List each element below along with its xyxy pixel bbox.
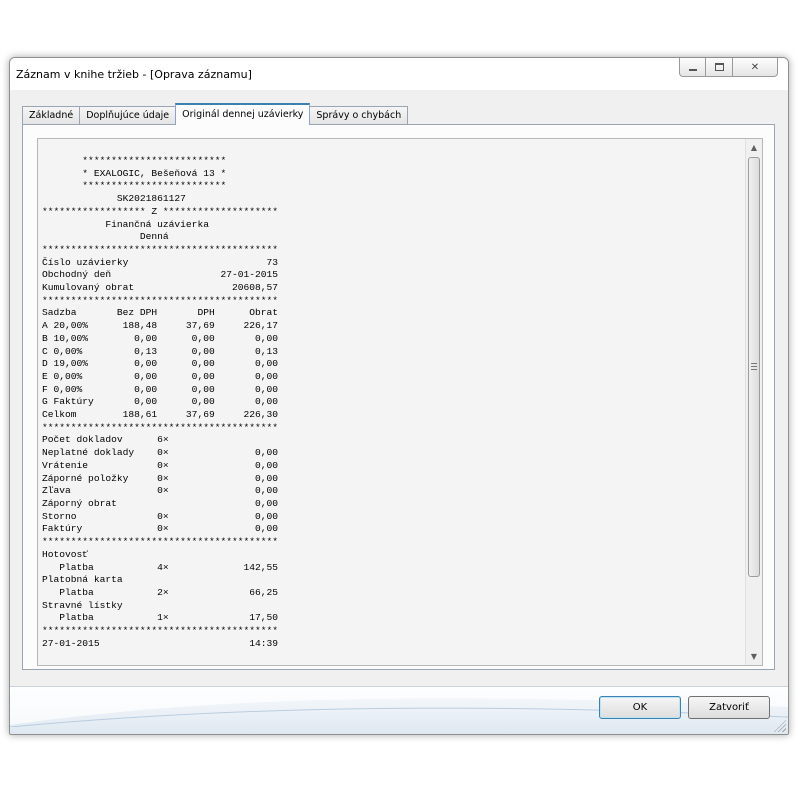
maximize-icon: [714, 63, 724, 71]
receipt-line: Platba 4× 142,55: [42, 561, 279, 573]
grip-icon: [751, 363, 757, 370]
receipt-line: C 0,00% 0,13 0,00 0,13: [42, 345, 279, 357]
receipt-line: Záporné položky 0× 0,00: [42, 472, 279, 484]
receipt-line: B 10,00% 0,00 0,00 0,00: [42, 332, 279, 344]
receipt-line: Záporný obrat 0,00: [42, 497, 279, 509]
scrollbar-thumb[interactable]: [748, 157, 760, 577]
receipt-line: 27-01-2015 14:39: [42, 637, 279, 649]
scroll-up-button[interactable]: ▲: [746, 139, 762, 156]
receipt-line: Zľava 0× 0,00: [42, 485, 279, 497]
receipt-line: Platobná karta: [42, 574, 123, 586]
receipt-line: Platba 1× 17,50: [42, 612, 279, 624]
tab-doplnujuce-udaje[interactable]: Doplňujúce údaje: [79, 106, 177, 125]
receipt-line: *************************: [42, 155, 227, 166]
receipt-line: Platba 2× 66,25: [42, 586, 279, 598]
receipt-line: Počet dokladov 6×: [42, 434, 169, 446]
receipt-line: ****************************************…: [42, 536, 279, 548]
receipt-line: Číslo uzávierky 73: [42, 256, 279, 268]
window-title: Záznam v knihe tržieb - [Oprava záznamu]: [16, 68, 252, 81]
close-window-button[interactable]: ✕: [733, 58, 778, 77]
receipt-line: Obchodný deň 27-01-2015: [42, 269, 279, 281]
maximize-button[interactable]: [706, 58, 733, 77]
receipt-line: Kumulovaný obrat 20608,57: [42, 282, 279, 294]
receipt-line: ****************************************…: [42, 294, 279, 306]
receipt-line: Storno 0× 0,00: [42, 510, 279, 522]
receipt-line: ****************** Z *******************…: [42, 205, 279, 217]
receipt-viewer[interactable]: ************************* * EXALOGIC, Be…: [37, 138, 763, 666]
minimize-button[interactable]: [679, 58, 706, 77]
receipt-line: D 19,00% 0,00 0,00 0,00: [42, 358, 279, 370]
vertical-scrollbar[interactable]: ▲ ▼: [745, 139, 762, 665]
receipt-line: Finančná uzávierka: [42, 218, 209, 230]
receipt-line: A 20,00% 188,48 37,69 226,17: [42, 320, 279, 332]
receipt-line: Stravné lístky: [42, 599, 123, 611]
receipt-line: F 0,00% 0,00 0,00 0,00: [42, 383, 279, 395]
tab-original-dennej-uzavierky[interactable]: Originál dennej uzávierky: [175, 103, 311, 125]
receipt-line: Faktúry 0× 0,00: [42, 523, 279, 535]
receipt-line: *************************: [42, 180, 227, 192]
window-controls: ✕: [679, 58, 778, 78]
receipt-line: Hotovosť: [42, 548, 89, 560]
receipt-line: Sadzba Bez DPH DPH Obrat: [42, 307, 279, 319]
minimize-icon: [688, 69, 697, 71]
receipt-line: SK2021861127: [42, 193, 186, 205]
receipt-line: ****************************************…: [42, 243, 279, 255]
receipt-line: Neplatné doklady 0× 0,00: [42, 447, 279, 459]
receipt-text: ************************* * EXALOGIC, Be…: [42, 155, 278, 650]
receipt-line: E 0,00% 0,00 0,00 0,00: [42, 370, 279, 382]
receipt-line: ****************************************…: [42, 625, 279, 637]
chevron-up-icon: ▲: [750, 143, 758, 152]
title-bar[interactable]: Záznam v knihe tržieb - [Oprava záznamu]…: [10, 58, 788, 90]
close-icon: ✕: [750, 61, 760, 73]
receipt-line: * EXALOGIC, Bešeňová 13 *: [42, 167, 227, 179]
receipt-line: ****************************************…: [42, 421, 279, 433]
scroll-down-button[interactable]: ▼: [746, 648, 762, 665]
tab-panel: ************************* * EXALOGIC, Be…: [22, 124, 775, 670]
tab-spravy-o-chybach[interactable]: Správy o chybách: [309, 106, 409, 125]
chevron-down-icon: ▼: [750, 652, 758, 661]
tab-bar: Základné Doplňujúce údaje Originál denne…: [22, 103, 409, 125]
dialog-footer: OK Zatvoriť: [10, 686, 788, 734]
dialog-window: Záznam v knihe tržieb - [Oprava záznamu]…: [9, 57, 789, 735]
receipt-line: Celkom 188,61 37,69 226,30: [42, 409, 279, 421]
close-button[interactable]: Zatvoriť: [688, 696, 770, 719]
receipt-line: Vrátenie 0× 0,00: [42, 459, 279, 471]
tab-zakladne[interactable]: Základné: [22, 106, 81, 125]
ok-button[interactable]: OK: [599, 696, 681, 719]
receipt-line: G Faktúry 0,00 0,00 0,00: [42, 396, 279, 408]
receipt-line: Denná: [42, 231, 169, 243]
